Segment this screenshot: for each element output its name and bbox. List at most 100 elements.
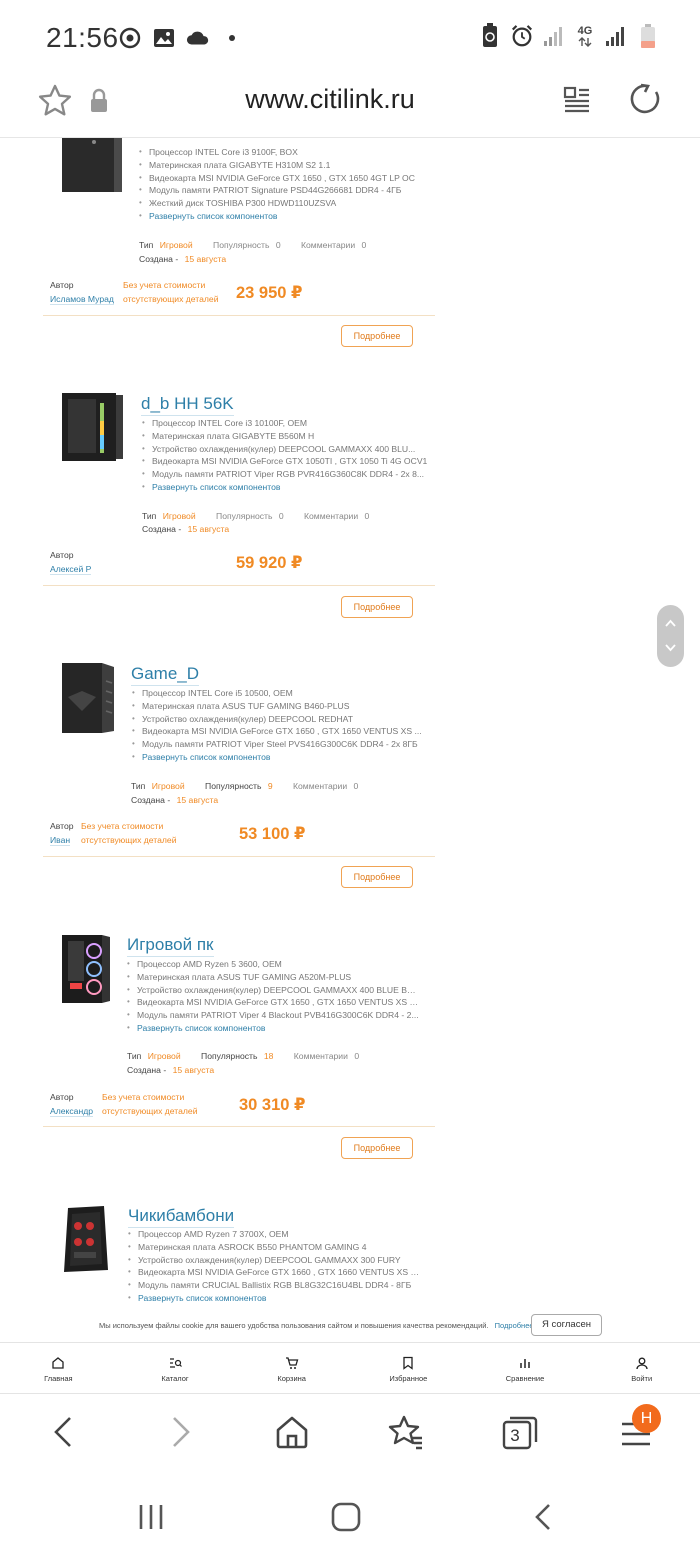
details-button[interactable]: Подробнее [341,596,413,618]
component-item: Устройство охлаждения(кулер) DEEPCOOL GA… [127,984,419,997]
pc-case-image[interactable] [60,933,112,1005]
author-block: Автор Алексей Р [50,550,92,575]
divider [43,585,435,586]
author-link[interactable]: Александр [50,1105,93,1117]
comments-value: 0 [361,240,367,250]
author-link[interactable]: Иван [50,834,71,846]
nav-item-cart[interactable]: Корзина [233,1343,350,1393]
cookie-notice: Мы используем файлы cookie для вашего уд… [0,1312,700,1342]
build-type[interactable]: Игровой [152,781,185,791]
build-price: 30 310 ₽ [239,1096,306,1114]
recent-apps-icon[interactable] [136,1502,166,1532]
build-meta: Тип Игровой Популярность 18 Комментарии … [127,1051,360,1061]
popularity-value: 18 [263,1051,274,1061]
reload-icon[interactable] [626,80,664,123]
component-item: Видеокарта MSI NVIDIA GeForce GTX 1650 ,… [139,172,415,185]
component-item: Устройство охлаждения(кулер) DEEPCOOL RE… [132,713,422,726]
chevron-right-icon [173,1417,190,1447]
url-text[interactable]: www.citilink.ru [0,84,660,115]
pc-case-image[interactable] [60,391,124,463]
component-list: Процессор AMD Ryzen 7 3700X, OEM Материн… [128,1228,420,1305]
home-button[interactable] [272,1412,312,1452]
component-item: Модуль памяти PATRIOT Viper 4 Blackout P… [127,1009,419,1022]
home-icon [52,1357,64,1369]
back-button[interactable] [44,1412,84,1452]
expand-components-link[interactable]: Развернуть список компонентов [138,1292,266,1305]
component-item: Материнская плата ASUS TUF GAMING A520M-… [127,971,419,984]
component-list: Процессор INTEL Core i5 10500, OEM Матер… [132,687,422,764]
home-button-icon[interactable] [330,1501,362,1533]
build-title[interactable]: Чикибамбони [128,1206,235,1228]
build-title[interactable]: Игровой пк [127,935,214,957]
cart-icon [285,1357,299,1369]
tab-count: 3 [510,1426,520,1445]
browser-toolbar: 3 [0,1394,700,1474]
nav-item-home[interactable]: Главная [0,1343,117,1393]
divider [43,856,435,857]
component-item: Модуль памяти CRUCIAL Ballistix RGB BL8G… [128,1279,420,1292]
component-item: Материнская плата ASUS TUF GAMING B460-P… [132,700,422,713]
component-item: Видеокарта MSI NVIDIA GeForce GTX 1050TI… [142,455,427,468]
component-item: Модуль памяти PATRIOT Signature PSD44G26… [139,184,415,197]
alarm-icon [510,24,534,48]
component-item: Процессор INTEL Core i3 10100F, OEM [142,417,427,430]
created-row: Создана - 15 августа [142,524,230,534]
profile-badge[interactable]: Н [632,1404,661,1433]
author-link[interactable]: Исламов Мурад [50,293,114,305]
expand-row: Развернуть список компонентов [127,1022,419,1035]
details-button[interactable]: Подробнее [341,1137,413,1159]
component-list: Процессор INTEL Core i3 10100F, OEM Мате… [142,417,427,494]
nav-item-catalog[interactable]: Каталог [117,1343,234,1393]
popularity-value: 0 [275,240,281,250]
build-type[interactable]: Игровой [148,1051,181,1061]
image-icon [152,26,176,50]
pc-case-image[interactable] [60,1204,112,1274]
build-title[interactable]: Game_D [131,664,200,686]
component-item: Процессор INTEL Core i5 10500, OEM [132,687,422,700]
user-icon [636,1357,648,1370]
comments-value: 0 [354,1051,360,1061]
cookie-more-link[interactable]: Подробнее [495,1321,534,1330]
android-nav-bar [0,1474,700,1556]
pc-case-image[interactable] [60,661,116,735]
chevron-up-icon[interactable] [664,617,677,630]
back-icon[interactable] [530,1502,556,1532]
nav-item-compare[interactable]: Сравнение [467,1343,584,1393]
scroll-helper[interactable] [657,605,684,667]
build-title[interactable]: d_b HH 56K [141,394,234,416]
build-meta: Тип Игровой Популярность 9 Комментарии 0 [131,781,359,791]
expand-components-link[interactable]: Развернуть список компонентов [152,481,280,494]
created-row: Создана - 15 августа [127,1065,215,1075]
author-link[interactable]: Алексей Р [50,563,92,575]
popularity-value: 9 [267,781,273,791]
component-item: Видеокарта MSI NVIDIA GeForce GTX 1650 ,… [127,996,419,1009]
component-item: Устройство охлаждения(кулер) DEEPCOOL GA… [128,1254,420,1267]
tabs-button[interactable]: 3 [500,1412,540,1452]
expand-components-link[interactable]: Развернуть список компонентов [149,210,277,223]
divider [43,1126,435,1127]
details-button[interactable]: Подробнее [341,866,413,888]
status-time: 21:56 [46,22,119,53]
component-item: Материнская плата GIGABYTE B560M H [142,430,427,443]
expand-components-link[interactable]: Развернуть список компонентов [137,1022,265,1035]
build-type[interactable]: Игровой [163,511,196,521]
chevron-down-icon[interactable] [664,641,677,654]
cookie-accept-button[interactable]: Я согласен [531,1314,602,1336]
home-icon [276,1416,308,1449]
forward-button[interactable] [160,1412,200,1452]
component-item: Процессор INTEL Core i3 9100F, BOX [139,146,415,159]
bookmarks-button[interactable] [386,1412,426,1452]
expand-components-link[interactable]: Развернуть список компонентов [142,751,270,764]
bookmark-icon [403,1356,413,1370]
pc-case-image[interactable] [60,138,122,194]
details-button[interactable]: Подробнее [341,325,413,347]
nav-item-login[interactable]: Войти [583,1343,700,1393]
author-block: Автор Исламов Мурад [50,280,114,305]
nav-item-favorites[interactable]: Избранное [350,1343,467,1393]
build-type[interactable]: Игровой [160,240,193,250]
component-list: Процессор AMD Ryzen 5 3600, OEM Материнс… [127,958,419,1035]
reader-mode-icon[interactable] [562,84,592,119]
component-item: Модуль памяти PATRIOT Viper Steel PVS416… [132,738,422,751]
popularity-value: 0 [278,511,284,521]
build-meta: Тип Игровой Популярность 0 Комментарии 0 [139,240,367,250]
